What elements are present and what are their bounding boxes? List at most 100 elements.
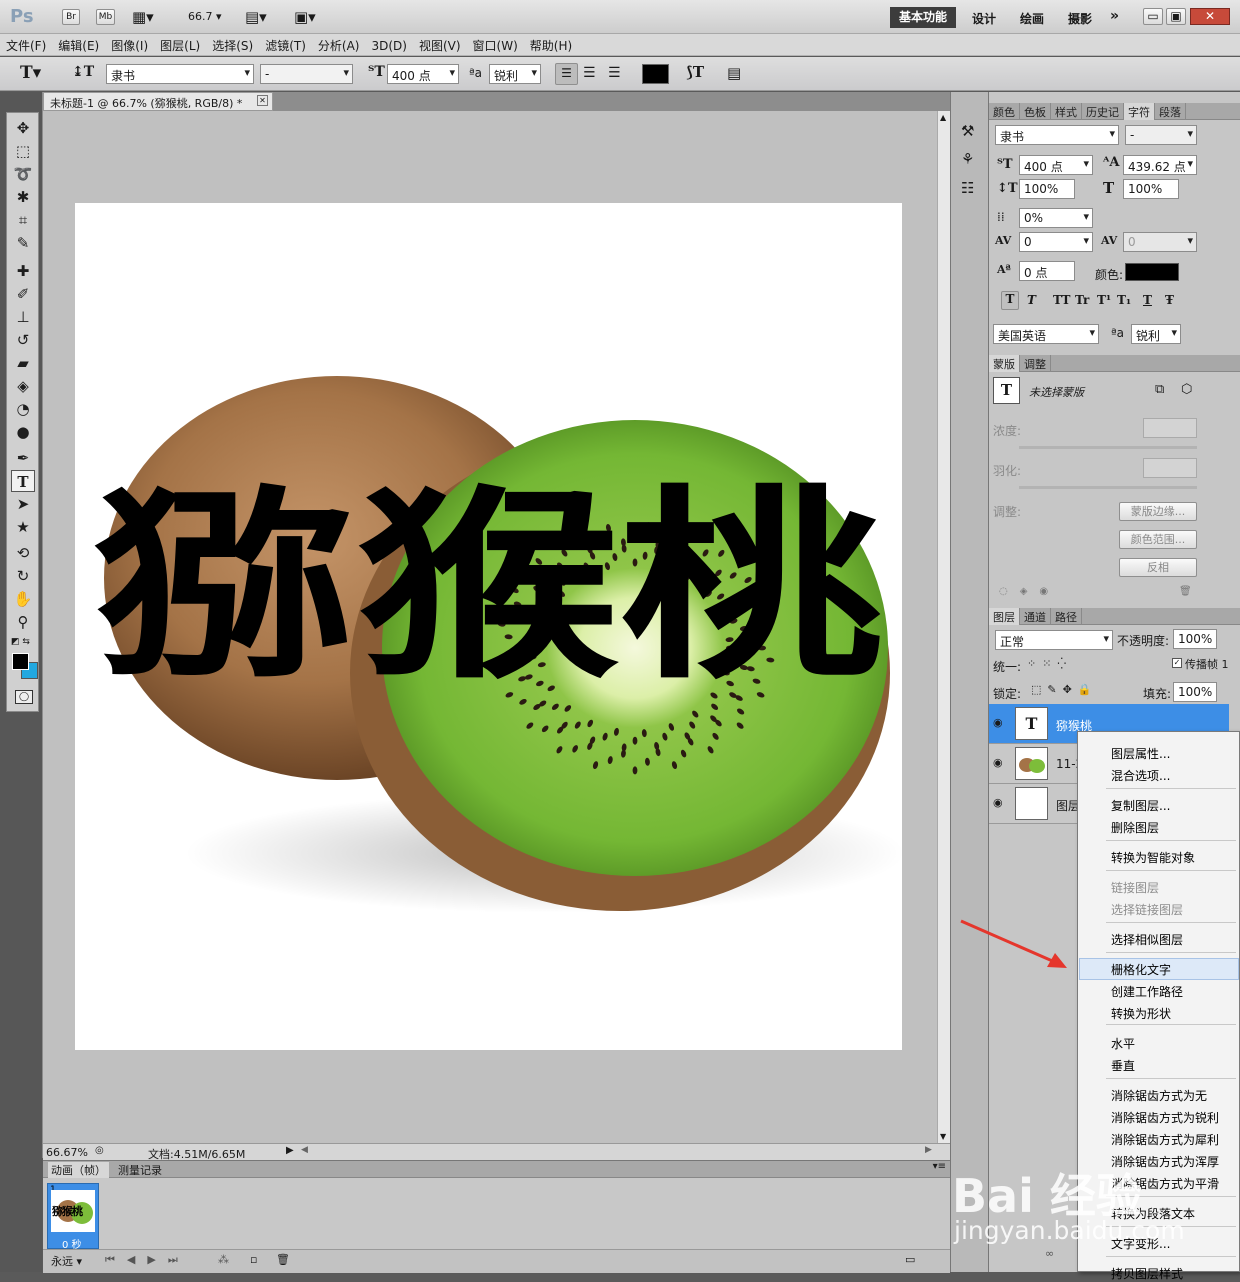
pixel-mask-icon[interactable]: ⧉: [1155, 382, 1164, 397]
menu-image[interactable]: 图像(I): [105, 34, 154, 54]
context-menu-item[interactable]: 垂直: [1111, 1057, 1135, 1074]
workspace-essentials[interactable]: 基本功能: [890, 7, 956, 28]
scroll-down-icon[interactable]: ▼: [940, 1132, 946, 1141]
context-menu-item[interactable]: 水平: [1111, 1035, 1135, 1052]
char-panel-toggle-icon[interactable]: ▤: [727, 64, 741, 82]
subscript-button[interactable]: T₁: [1117, 293, 1131, 307]
unify-icons[interactable]: ⁘⁙⁛: [1027, 657, 1072, 670]
context-menu-item[interactable]: 转换为段落文本: [1111, 1205, 1195, 1222]
clone-source-icon[interactable]: ⚘: [961, 150, 974, 168]
3d-rotate-icon[interactable]: ⟲: [11, 542, 35, 564]
loop-select[interactable]: 永远 ▾: [51, 1253, 82, 1269]
minibridge-button[interactable]: Mb: [96, 9, 115, 25]
canvas[interactable]: 猕猴桃: [75, 203, 902, 1050]
animation-frame[interactable]: 1 猕猴桃 0 秒: [47, 1183, 99, 1251]
tab-layers[interactable]: 图层: [989, 608, 1020, 625]
3d-orbit-icon[interactable]: ↻: [11, 565, 35, 587]
screen-mode-icon[interactable]: ▣▾: [294, 8, 316, 26]
paint-bucket-icon[interactable]: ◈: [11, 375, 35, 397]
char-font-size[interactable]: 400 点: [1019, 155, 1093, 175]
faux-bold-button[interactable]: T: [1001, 291, 1019, 310]
vertical-scrollbar[interactable]: ▲ ▼: [937, 111, 950, 1143]
text-tool-preset-icon[interactable]: T▾: [20, 63, 41, 83]
hscroll-left-icon[interactable]: ◀: [301, 1145, 308, 1155]
menu-layer[interactable]: 图层(L): [154, 34, 206, 54]
workspace-photography[interactable]: 摄影: [1068, 10, 1092, 27]
font-size-select[interactable]: 400 点: [387, 64, 459, 84]
maximize-button[interactable]: ▣: [1166, 8, 1186, 25]
move-tool-icon[interactable]: ✥: [11, 117, 35, 139]
type-tool-icon[interactable]: T: [11, 470, 35, 492]
view-extras-icon[interactable]: ▦▾: [132, 8, 154, 26]
tab-adjustments[interactable]: 调整: [1020, 355, 1051, 372]
menu-file[interactable]: 文件(F): [0, 34, 52, 54]
dodge-tool-icon[interactable]: ●: [11, 421, 35, 443]
status-menu-arrow-icon[interactable]: ▶: [286, 1145, 294, 1156]
tab-history[interactable]: 历史记: [1082, 103, 1124, 120]
default-colors-icon[interactable]: ◩ ⇆: [11, 637, 30, 647]
tool-presets-icon[interactable]: ⚒: [961, 122, 974, 140]
char-tracking[interactable]: 0: [1123, 232, 1197, 252]
close-button[interactable]: ✕: [1190, 8, 1230, 25]
context-menu-item[interactable]: 拷贝图层样式: [1111, 1265, 1183, 1282]
history-brush-icon[interactable]: ↺: [11, 329, 35, 351]
context-menu-item[interactable]: 图层属性...: [1111, 745, 1170, 762]
char-tsume[interactable]: 0%: [1019, 208, 1093, 228]
zoom-dropdown[interactable]: 66.7 ▾: [188, 10, 222, 23]
zoom-tool-icon[interactable]: ⚲: [11, 611, 35, 633]
layer-visibility-eye-icon[interactable]: ◉: [993, 796, 1003, 809]
menu-view[interactable]: 视图(V): [413, 34, 467, 54]
context-menu-item[interactable]: 文字变形...: [1111, 1235, 1170, 1252]
char-leading[interactable]: 439.62 点: [1123, 155, 1197, 175]
context-menu-item[interactable]: 创建工作路径: [1111, 983, 1183, 1000]
context-menu-item[interactable]: 混合选项...: [1111, 767, 1170, 784]
tab-color[interactable]: 颜色: [989, 103, 1020, 120]
delete-frame-icon[interactable]: 🗑: [276, 1253, 290, 1266]
healing-brush-icon[interactable]: ✚: [11, 260, 35, 282]
all-caps-button[interactable]: TT: [1053, 293, 1070, 307]
shape-tool-icon[interactable]: ★: [11, 516, 35, 538]
document-tab[interactable]: 未标题-1 @ 66.7% (猕猴桃, RGB/8) * ✕: [43, 92, 273, 111]
close-document-icon[interactable]: ✕: [257, 95, 268, 106]
text-color-swatch[interactable]: [642, 64, 669, 84]
context-menu-item[interactable]: 消除锯齿方式为平滑: [1111, 1175, 1219, 1192]
menu-select[interactable]: 选择(S): [206, 34, 259, 54]
layer-visibility-eye-icon[interactable]: ◉: [993, 716, 1003, 729]
context-menu-item[interactable]: 链接图层: [1111, 879, 1159, 896]
convert-timeline-icon[interactable]: ▭: [905, 1253, 915, 1266]
brush-tool-icon[interactable]: ✐: [11, 283, 35, 305]
small-caps-button[interactable]: Tr: [1075, 293, 1089, 307]
bridge-button[interactable]: Br: [62, 9, 80, 25]
tab-paragraph[interactable]: 段落: [1155, 103, 1186, 120]
menu-edit[interactable]: 编辑(E): [52, 34, 105, 54]
char-vscale[interactable]: 100%: [1019, 179, 1075, 199]
blend-mode-select[interactable]: 正常: [995, 630, 1113, 650]
tab-paths[interactable]: 路径: [1051, 608, 1082, 625]
context-menu-item[interactable]: 消除锯齿方式为犀利: [1111, 1131, 1219, 1148]
tab-character[interactable]: 字符: [1124, 103, 1155, 120]
feather-field[interactable]: [1143, 458, 1197, 478]
mask-edge-button[interactable]: 蒙版边缘...: [1119, 502, 1197, 521]
path-selection-icon[interactable]: ➤: [11, 493, 35, 515]
eyedropper-icon[interactable]: ✎: [11, 232, 35, 254]
font-style-select[interactable]: -: [260, 64, 353, 84]
menu-filter[interactable]: 滤镜(T): [259, 34, 312, 54]
tab-styles[interactable]: 样式: [1051, 103, 1082, 120]
tab-animation[interactable]: 动画（帧）: [48, 1162, 109, 1178]
feather-slider[interactable]: [1019, 486, 1197, 489]
marquee-tool-icon[interactable]: ⬚: [11, 140, 35, 162]
hscroll-right-icon[interactable]: ▶: [925, 1145, 932, 1155]
context-menu-item[interactable]: 选择链接图层: [1111, 901, 1183, 918]
faux-italic-button[interactable]: T: [1027, 293, 1036, 307]
underline-button[interactable]: T: [1143, 293, 1152, 307]
context-menu-item[interactable]: 消除锯齿方式为浑厚: [1111, 1153, 1219, 1170]
hand-tool-icon[interactable]: ✋: [11, 588, 35, 610]
mask-footer-icons[interactable]: ◌◈◉: [999, 586, 1060, 597]
context-menu-item[interactable]: 消除锯齿方式为无: [1111, 1087, 1207, 1104]
opacity-field[interactable]: 100%: [1173, 629, 1217, 649]
arrange-docs-icon[interactable]: ▤▾: [245, 8, 267, 26]
align-center-button[interactable]: ☰: [583, 65, 596, 81]
menu-analysis[interactable]: 分析(A): [312, 34, 366, 54]
brushes-icon[interactable]: ☷: [961, 179, 974, 197]
menu-window[interactable]: 窗口(W): [467, 34, 524, 54]
